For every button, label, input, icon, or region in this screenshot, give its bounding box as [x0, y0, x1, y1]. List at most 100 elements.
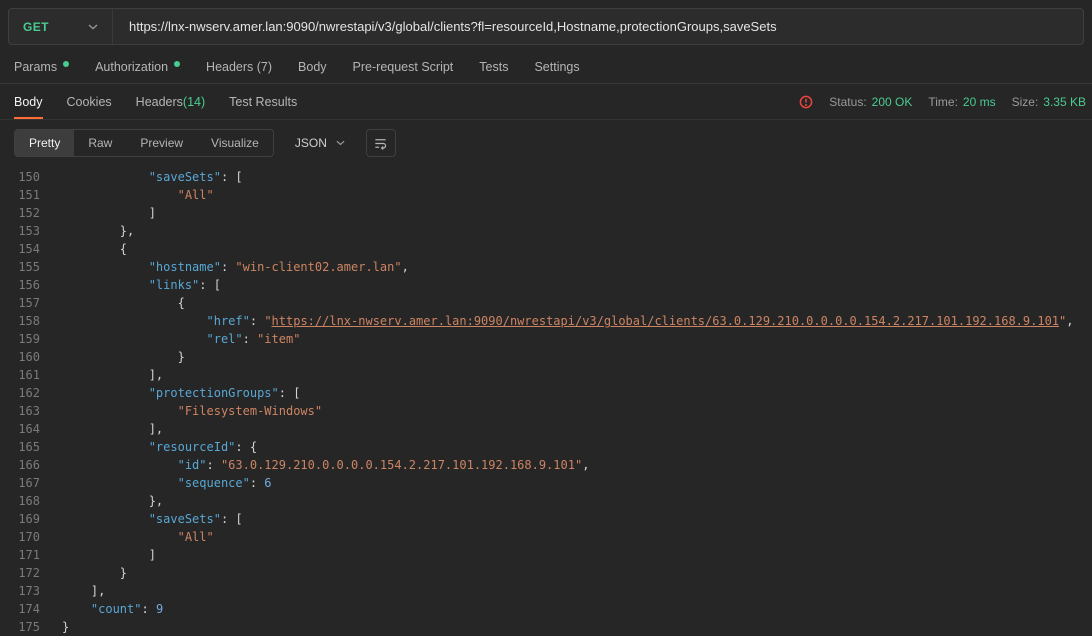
line-number: 150	[0, 168, 40, 186]
code-line: 155 "hostname": "win-client02.amer.lan",	[0, 258, 1092, 276]
code-line-content: "id": "63.0.129.210.0.0.0.0.154.2.217.10…	[40, 456, 589, 474]
request-tab-params[interactable]: Params	[14, 60, 69, 74]
line-number: 174	[0, 600, 40, 618]
line-number: 154	[0, 240, 40, 258]
code-line: 168 },	[0, 492, 1092, 510]
code-line-content: ],	[40, 366, 163, 384]
green-dot-icon	[63, 61, 69, 67]
line-number: 170	[0, 528, 40, 546]
view-mode-visualize[interactable]: Visualize	[197, 130, 273, 156]
code-line-content: },	[40, 222, 134, 240]
code-line: 165 "resourceId": {	[0, 438, 1092, 456]
code-line-content: "All"	[40, 186, 214, 204]
code-line: 159 "rel": "item"	[0, 330, 1092, 348]
code-line-content: "href": "https://lnx-nwserv.amer.lan:909…	[40, 312, 1074, 330]
request-tab-headers-7[interactable]: Headers (7)	[206, 60, 272, 74]
request-tab-authorization[interactable]: Authorization	[95, 60, 180, 74]
code-line-content: ],	[40, 582, 105, 600]
url-row: GET https://lnx-nwserv.amer.lan:9090/nwr…	[0, 0, 1092, 51]
response-tab-test-results[interactable]: Test Results	[229, 84, 297, 119]
response-tab-headers[interactable]: Headers (14)	[136, 84, 205, 119]
time-indicator: Time: 20 ms	[928, 95, 995, 109]
tab-label: Authorization	[95, 60, 168, 74]
view-mode-pretty[interactable]: Pretty	[15, 130, 74, 156]
code-line-content: }	[40, 348, 185, 366]
tab-label: Settings	[534, 60, 579, 74]
line-number: 165	[0, 438, 40, 456]
code-line: 173 ],	[0, 582, 1092, 600]
code-line-content: "saveSets": [	[40, 168, 243, 186]
tab-label: Headers	[136, 95, 183, 109]
code-line-content: ],	[40, 420, 163, 438]
view-mode-preview[interactable]: Preview	[126, 130, 197, 156]
wrap-lines-icon	[373, 136, 388, 151]
warning-icon[interactable]	[799, 95, 813, 109]
code-line-content: }	[40, 618, 69, 636]
response-tab-body[interactable]: Body	[14, 84, 43, 119]
line-number: 162	[0, 384, 40, 402]
code-line: 163 "Filesystem-Windows"	[0, 402, 1092, 420]
line-number: 151	[0, 186, 40, 204]
code-line-content: "Filesystem-Windows"	[40, 402, 322, 420]
tab-label: Body	[298, 60, 327, 74]
code-line-content: ]	[40, 546, 156, 564]
code-line-content: ]	[40, 204, 156, 222]
request-tab-pre-request-script[interactable]: Pre-request Script	[353, 60, 454, 74]
code-line: 162 "protectionGroups": [	[0, 384, 1092, 402]
response-tabs: Body Cookies Headers (14) Test Results	[14, 84, 297, 119]
green-dot-icon	[174, 61, 180, 67]
tab-label: Pre-request Script	[353, 60, 454, 74]
url-input[interactable]: https://lnx-nwserv.amer.lan:9090/nwresta…	[113, 19, 1083, 34]
line-number: 163	[0, 402, 40, 420]
line-number: 157	[0, 294, 40, 312]
tab-label: Params	[14, 60, 57, 74]
code-line: 167 "sequence": 6	[0, 474, 1092, 492]
response-tab-cookies[interactable]: Cookies	[67, 84, 112, 119]
size-value: 3.35 KB	[1043, 95, 1086, 109]
code-line: 158 "href": "https://lnx-nwserv.amer.lan…	[0, 312, 1092, 330]
status-label: Status:	[829, 95, 866, 109]
language-label: JSON	[295, 136, 327, 150]
method-select[interactable]: GET	[9, 9, 113, 44]
code-line: 161 ],	[0, 366, 1092, 384]
code-line-content: "All"	[40, 528, 214, 546]
code-line-content: }	[40, 564, 127, 582]
code-line: 151 "All"	[0, 186, 1092, 204]
response-meta: Status: 200 OK Time: 20 ms Size: 3.35 KB	[799, 84, 1086, 119]
line-number: 171	[0, 546, 40, 564]
line-number: 164	[0, 420, 40, 438]
request-tab-body[interactable]: Body	[298, 60, 327, 74]
code-line: 175}	[0, 618, 1092, 636]
line-number: 166	[0, 456, 40, 474]
chevron-down-icon	[336, 140, 345, 146]
language-select[interactable]: JSON	[284, 129, 356, 157]
code-line-content: "hostname": "win-client02.amer.lan",	[40, 258, 409, 276]
view-mode-switch: PrettyRawPreviewVisualize	[14, 129, 274, 157]
line-number: 152	[0, 204, 40, 222]
line-number: 168	[0, 492, 40, 510]
response-header: Body Cookies Headers (14) Test Results Stat…	[0, 84, 1092, 120]
size-label: Size:	[1012, 95, 1039, 109]
line-number: 158	[0, 312, 40, 330]
code-line: 170 "All"	[0, 528, 1092, 546]
code-line: 166 "id": "63.0.129.210.0.0.0.0.154.2.21…	[0, 456, 1092, 474]
view-mode-raw[interactable]: Raw	[74, 130, 126, 156]
line-number: 159	[0, 330, 40, 348]
request-tab-tests[interactable]: Tests	[479, 60, 508, 74]
code-line-content: "resourceId": {	[40, 438, 257, 456]
line-number: 155	[0, 258, 40, 276]
time-label: Time:	[928, 95, 958, 109]
code-line-content: },	[40, 492, 163, 510]
href-link[interactable]: https://lnx-nwserv.amer.lan:9090/nwresta…	[272, 314, 1059, 328]
response-body-code[interactable]: 150 "saveSets": [151 "All"152 ]153 },154…	[0, 166, 1092, 636]
line-number: 156	[0, 276, 40, 294]
code-line: 174 "count": 9	[0, 600, 1092, 618]
code-line: 171 ]	[0, 546, 1092, 564]
line-number: 161	[0, 366, 40, 384]
code-line: 153 },	[0, 222, 1092, 240]
code-line-content: "saveSets": [	[40, 510, 243, 528]
code-line: 150 "saveSets": [	[0, 168, 1092, 186]
wrap-lines-button[interactable]	[366, 129, 396, 157]
request-tab-settings[interactable]: Settings	[534, 60, 579, 74]
tab-count: (14)	[183, 95, 205, 109]
